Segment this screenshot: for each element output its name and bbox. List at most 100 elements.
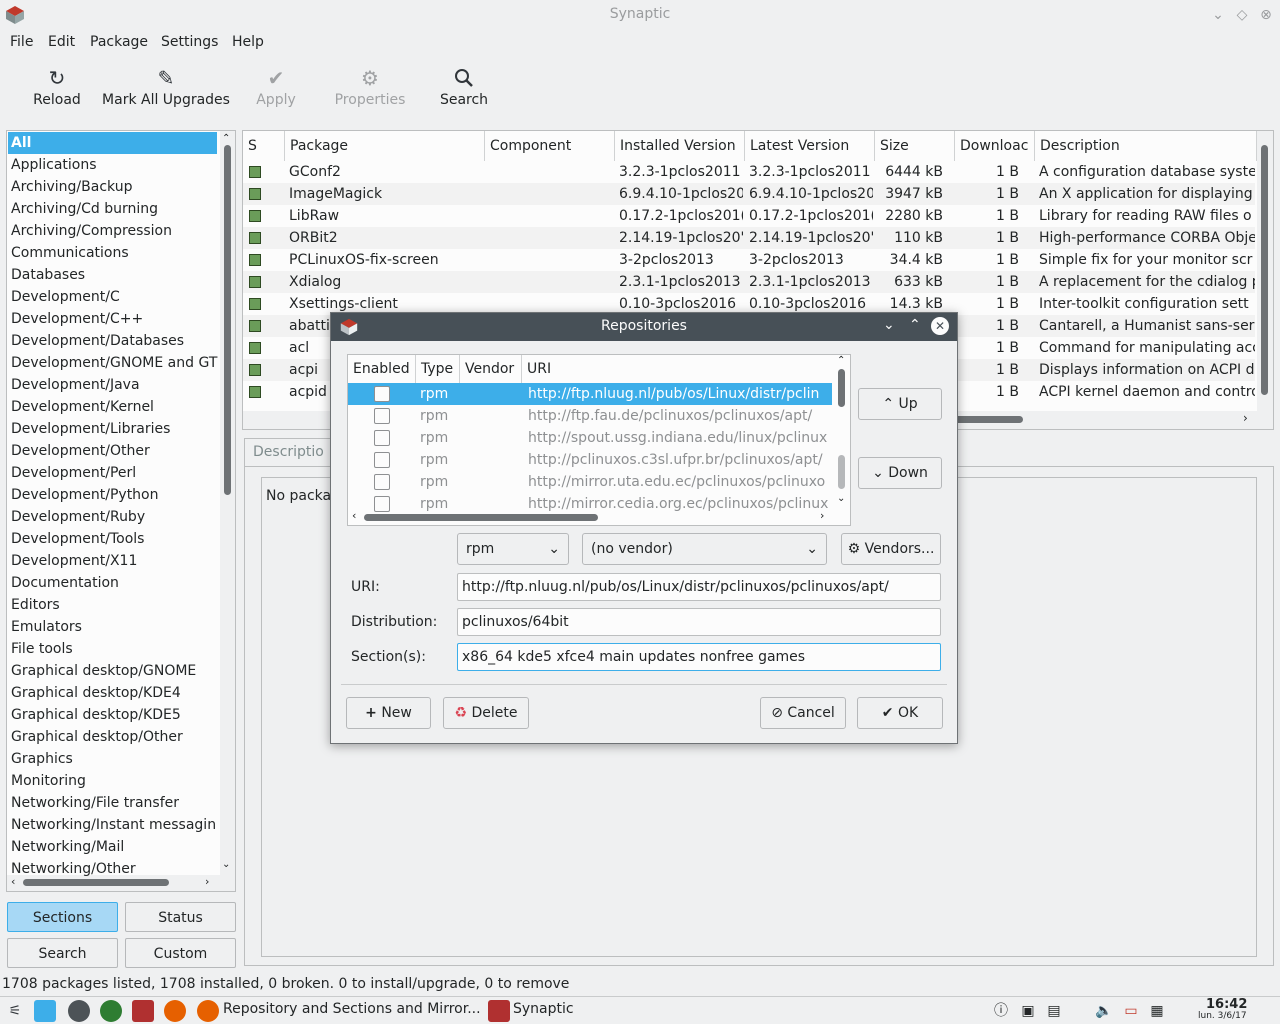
table-row[interactable]: ImageMagick 6.9.4.10-1pclos20 6.9.4.10-1pc… [243,183,1255,205]
section-item[interactable]: Archiving/Compression [11,220,172,242]
enabled-checkbox[interactable] [374,430,390,446]
properties-button[interactable]: ⚙ Properties [328,64,412,118]
table-row[interactable]: ORBit2 2.14.19-1pclos20' 2.14.19-1pclos20'… [243,227,1255,249]
col-enabled[interactable]: Enabled [348,355,416,383]
menu-settings[interactable]: Settings [161,34,218,50]
col-uri[interactable]: URI [522,355,834,383]
col-package[interactable]: Package [285,131,485,161]
section-item[interactable]: Development/Perl [11,462,136,484]
section-item[interactable]: Applications [11,154,97,176]
section-item[interactable]: Development/Tools [11,528,144,550]
section-item[interactable]: Documentation [11,572,119,594]
mark-all-upgrades-button[interactable]: ✎ Mark All Upgrades [100,64,232,118]
table-row[interactable]: LibRaw 0.17.2-1pclos201(0.17.2-1pclos201(… [243,205,1255,227]
installed-status-icon[interactable] [249,210,261,222]
installed-status-icon[interactable] [249,342,261,354]
installed-status-icon[interactable] [249,166,261,178]
dialog-close-icon[interactable]: ✕ [931,317,949,335]
installed-status-icon[interactable] [249,364,261,376]
section-item[interactable]: Archiving/Cd burning [11,198,158,220]
uri-field[interactable]: http://ftp.nluug.nl/pub/os/Linux/distr/p… [457,573,941,601]
enabled-checkbox[interactable] [374,474,390,490]
apply-button[interactable]: ✔ Apply [250,64,302,118]
enabled-checkbox[interactable] [374,496,390,512]
close-icon[interactable]: ⊗ [1256,5,1276,25]
section-item[interactable]: Development/X11 [11,550,137,572]
section-item[interactable]: Graphical desktop/Other [11,726,183,748]
volume-icon[interactable]: 🔈 [1093,1000,1115,1022]
installed-status-icon[interactable] [249,188,261,200]
section-item[interactable]: Databases [11,264,85,286]
file-manager-icon[interactable] [34,1000,56,1022]
table-row[interactable]: PCLinuxOS-fix-screen 3-2pclos2013 3-2pclos… [243,249,1255,271]
clipboard-icon[interactable]: ▦ [1146,1000,1168,1022]
section-item[interactable]: Development/Libraries [11,418,170,440]
section-item[interactable]: Development/Python [11,484,159,506]
distribution-field[interactable]: pclinuxos/64bit [457,608,941,636]
section-item[interactable]: Graphics [11,748,73,770]
menu-file[interactable]: File [10,34,33,50]
firefox-icon[interactable] [164,1000,186,1022]
synaptic-launcher-icon[interactable] [132,1000,154,1022]
col-status[interactable]: S [243,131,285,161]
col-vendor[interactable]: Vendor [460,355,522,383]
repo-row[interactable]: rpm http://pclinuxos.c3sl.ufpr.br/pclinux… [348,449,832,471]
section-item[interactable]: Development/GNOME and GT [11,352,217,374]
section-item[interactable]: Development/Databases [11,330,184,352]
cancel-button[interactable]: ⊘ Cancel [760,697,846,729]
table-row[interactable]: Xdialog 2.3.1-1pclos2013 2.3.1-1pclos2013 6… [243,271,1255,293]
usb-icon[interactable]: ▤ [1043,1000,1065,1022]
custom-filter-button[interactable]: Custom [125,938,236,968]
repo-row[interactable]: rpm http://ftp.nluug.nl/pub/os/Linux/dist… [348,383,832,405]
clock-time[interactable]: 16:42 [1206,997,1247,1012]
menu-package[interactable]: Package [90,34,148,50]
settings-icon[interactable] [68,1000,90,1022]
repo-hscroll-thumb[interactable] [364,514,598,521]
installed-status-icon[interactable] [249,232,261,244]
maximize-icon[interactable]: ◇ [1232,5,1252,25]
col-description[interactable]: Description [1035,131,1257,161]
status-button[interactable]: Status [125,902,236,932]
down-button[interactable]: ⌄ Down [858,457,942,489]
section-item[interactable]: Emulators [11,616,82,638]
vendors-button[interactable]: ⚙ Vendors... [841,533,941,565]
col-type[interactable]: Type [416,355,460,383]
section-item[interactable]: Graphical desktop/KDE4 [11,682,181,704]
table-row[interactable]: GConf2 3.2.3-1pclos2011 3.2.3-1pclos2011 64… [243,161,1255,183]
col-size[interactable]: Size [875,131,955,161]
new-button[interactable]: + New [346,697,431,729]
col-download[interactable]: Downloac [955,131,1035,161]
repo-vscroll-thumb[interactable] [838,369,845,407]
installed-status-icon[interactable] [249,320,261,332]
package-vscroll-thumb[interactable] [1261,145,1268,395]
enabled-checkbox[interactable] [374,452,390,468]
section-item[interactable]: Graphical desktop/KDE5 [11,704,181,726]
task-synaptic[interactable]: Synaptic [513,1001,574,1017]
installed-status-icon[interactable] [249,276,261,288]
installed-status-icon[interactable] [249,386,261,398]
type-select[interactable]: rpm ⌄ [457,533,569,565]
section-item[interactable]: Networking/Other [11,858,136,880]
repo-row[interactable]: rpm http://spout.ussg.indiana.edu/linux/p… [348,427,832,449]
section-item[interactable]: Development/C [11,286,120,308]
vendor-select[interactable]: (no vendor) ⌄ [582,533,827,565]
ok-button[interactable]: ✔ OK [857,697,943,729]
search-filter-button[interactable]: Search [7,938,118,968]
task-firefox[interactable]: Repository and Sections and Mirror... [223,1001,481,1017]
section-item[interactable]: Development/C++ [11,308,143,330]
dialog-minimize-icon[interactable]: ⌄ [883,317,895,333]
section-item[interactable]: Graphical desktop/GNOME [11,660,196,682]
section-item[interactable]: Archiving/Backup [11,176,132,198]
section-item[interactable]: Development/Ruby [11,506,145,528]
col-latest[interactable]: Latest Version [745,131,875,161]
section-item[interactable]: File tools [11,638,73,660]
section-item[interactable]: Networking/Mail [11,836,124,858]
network-icon[interactable]: ▭ [1120,1000,1142,1022]
info-icon[interactable]: ⓘ [990,1000,1012,1022]
enabled-checkbox[interactable] [374,386,390,402]
section-item[interactable]: Monitoring [11,770,86,792]
section-item[interactable]: Development/Java [11,374,140,396]
col-component[interactable]: Component [485,131,615,161]
search-button[interactable]: Search [436,64,492,118]
description-tab[interactable]: Descriptio [244,438,334,466]
